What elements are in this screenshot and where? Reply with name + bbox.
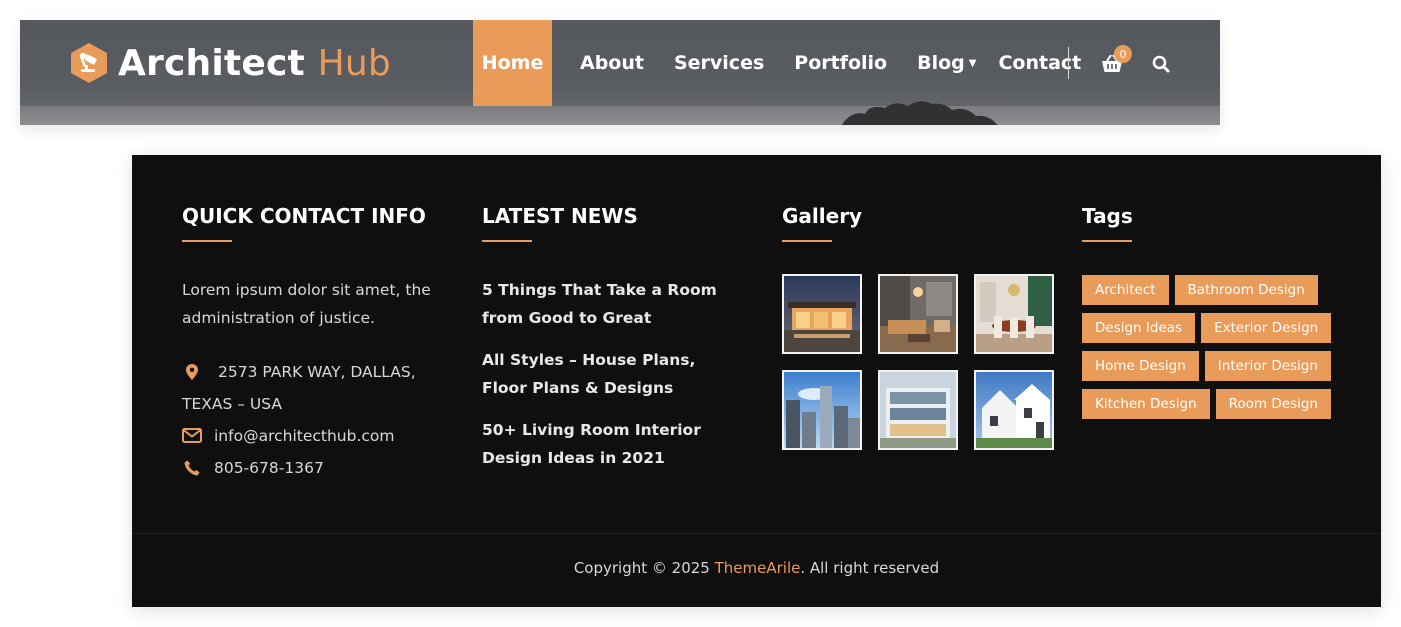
copyright-text: Copyright © 2025 ThemeArile. All right r… xyxy=(132,559,1381,577)
footer-gallery-column: Gallery xyxy=(782,200,1062,450)
copyright-brand-link[interactable]: ThemeArile xyxy=(715,559,801,577)
copyright-prefix: Copyright © 2025 xyxy=(573,559,715,577)
gallery-image-white-house[interactable] xyxy=(974,370,1054,450)
tag-kitchen-design[interactable]: Kitchen Design xyxy=(1082,389,1210,419)
nav-about[interactable]: About xyxy=(552,20,659,106)
logo-word-1: Architect xyxy=(118,42,305,84)
nav-divider xyxy=(1068,47,1069,79)
nav-blog-label: Blog xyxy=(917,52,965,74)
contact-description: Lorem ipsum dolor sit amet, the administ… xyxy=(182,281,431,327)
tag-interior-design[interactable]: Interior Design xyxy=(1204,351,1331,381)
nav-home[interactable]: Home xyxy=(473,20,552,106)
hero-image-strip xyxy=(20,106,1220,125)
contact-email[interactable]: info@architecthub.com xyxy=(182,420,452,452)
footer-divider xyxy=(132,533,1381,534)
address-line-2: TEXAS – USA xyxy=(182,395,283,413)
address-line-1: 2573 PARK WAY, DALLAS, xyxy=(218,363,416,381)
title-underline xyxy=(482,240,532,242)
site-footer: QUICK CONTACT INFO Lorem ipsum dolor sit… xyxy=(132,155,1381,607)
tag-home-design[interactable]: Home Design xyxy=(1082,351,1199,381)
gallery-image-house-night[interactable] xyxy=(782,274,862,354)
contact-title: QUICK CONTACT INFO xyxy=(182,204,426,228)
nav-services-label: Services xyxy=(673,52,765,74)
tags-title: Tags xyxy=(1082,204,1133,228)
nav-services[interactable]: Services xyxy=(659,20,779,106)
nav-portfolio[interactable]: Portfolio xyxy=(779,20,902,106)
title-underline xyxy=(1082,240,1132,242)
nav-blog[interactable]: Blog ▼ xyxy=(902,20,982,106)
tag-design-ideas[interactable]: Design Ideas xyxy=(1082,313,1196,343)
gallery-image-dining-room[interactable] xyxy=(974,274,1054,354)
contact-phone[interactable]: 805-678-1367 xyxy=(182,452,452,484)
news-item[interactable]: All Styles – House Plans, Floor Plans & … xyxy=(482,346,742,402)
news-item[interactable]: 5 Things That Take a Room from Good to G… xyxy=(482,276,742,332)
copyright-suffix: . All right reserved xyxy=(800,559,940,577)
gallery-title: Gallery xyxy=(782,204,863,228)
main-nav: Home About Services Portfolio Blog ▼ Con… xyxy=(473,20,1096,106)
logo-word-2: Hub xyxy=(317,42,391,84)
contact-address: 2573 PARK WAY, DALLAS, xyxy=(182,356,452,388)
nav-about-label: About xyxy=(580,52,644,74)
title-underline xyxy=(782,240,832,242)
footer-tags-column: Tags Architect Bathroom Design Design Id… xyxy=(1082,200,1352,419)
tag-architect[interactable]: Architect xyxy=(1082,275,1169,305)
phone-text: 805-678-1367 xyxy=(214,459,324,477)
footer-contact-column: QUICK CONTACT INFO Lorem ipsum dolor sit… xyxy=(182,200,452,484)
cart-count-badge: 0 xyxy=(1114,45,1132,63)
gallery-image-city-skyscrapers[interactable] xyxy=(782,370,862,450)
phone-icon xyxy=(182,452,202,476)
gallery-image-living-room[interactable] xyxy=(878,274,958,354)
news-title: LATEST NEWS xyxy=(482,204,638,228)
envelope-icon xyxy=(182,420,202,443)
news-item[interactable]: 50+ Living Room Interior Design Ideas in… xyxy=(482,416,742,472)
gallery-grid xyxy=(782,274,1062,450)
lamp-hexagon-icon xyxy=(71,43,107,83)
nav-portfolio-label: Portfolio xyxy=(794,52,888,74)
tag-cloud: Architect Bathroom Design Design Ideas E… xyxy=(1082,275,1342,419)
nav-home-label: Home xyxy=(481,52,544,74)
search-icon[interactable] xyxy=(1151,54,1171,74)
map-pin-icon xyxy=(182,356,202,380)
tag-exterior-design[interactable]: Exterior Design xyxy=(1201,313,1332,343)
email-text: info@architecthub.com xyxy=(214,427,395,445)
tag-room-design[interactable]: Room Design xyxy=(1215,389,1331,419)
footer-news-column: LATEST NEWS 5 Things That Take a Room fr… xyxy=(482,200,742,486)
site-logo[interactable]: Architect Hub xyxy=(70,42,391,84)
site-header: Architect Hub Home About Services Portfo… xyxy=(20,20,1220,125)
nav-contact[interactable]: Contact xyxy=(982,20,1096,106)
title-underline xyxy=(182,240,232,242)
gallery-image-modern-building[interactable] xyxy=(878,370,958,450)
tag-bathroom-design[interactable]: Bathroom Design xyxy=(1174,275,1318,305)
chevron-down-icon: ▼ xyxy=(968,57,977,69)
